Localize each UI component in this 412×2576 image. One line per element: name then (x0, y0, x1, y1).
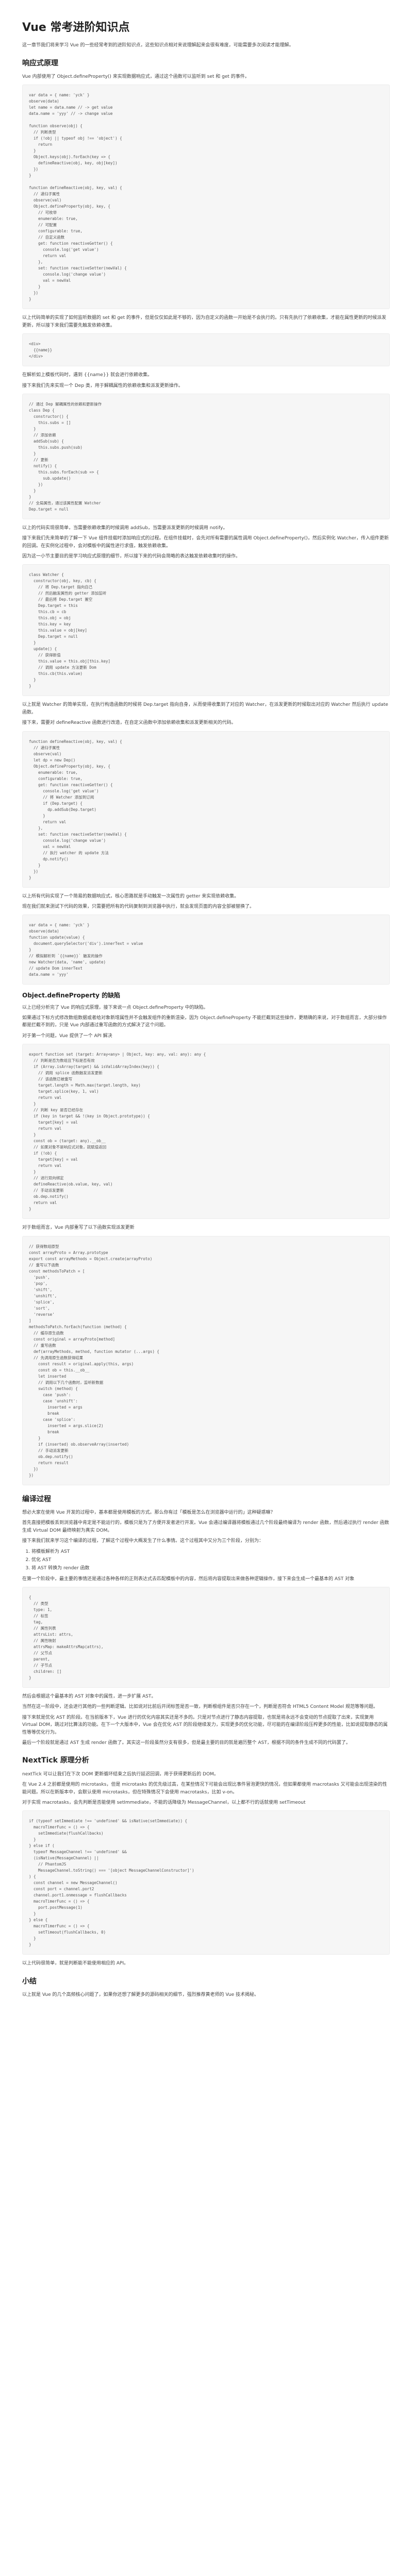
paragraph: 在 Vue 2.4 之前都是使用的 microtasks，但是 microtas… (22, 1782, 387, 1795)
section-heading-nexttick: NextTick 原理分析 (22, 1756, 89, 1765)
page-title: Vue 常考进阶知识点 (22, 21, 130, 34)
paragraph: 以上已经分析完了 Vue 的响应式原理，接下来说一点 Object.define… (22, 1005, 208, 1010)
code-block: if (typeof setImmediate !== 'undefined' … (22, 1810, 390, 1955)
code-block: // 通过 Dep 解耦属性的依赖和更新操作 class Dep { const… (22, 393, 390, 519)
code-block: function defineReactive(obj, key, val) {… (22, 731, 390, 888)
paragraph: 以上就是 Vue 的几个高频核心问题了，如果你还想了解更多的源码相关的细节，强烈… (22, 1992, 259, 1998)
paragraph: nextTick 可以让我们在下次 DOM 更新循环结束之后执行延迟回调，用于获… (22, 1771, 219, 1777)
list-item: 优化 AST (31, 1556, 390, 1564)
paragraph: 以上所有代码实现了一个简易的数据响应式，核心思路就是手动触发一次属性的 gett… (22, 893, 239, 899)
paragraph: 现在我们就来测试下代码的效果，只需要把所有的代码复制到浏览器中执行，就会发现页面… (22, 904, 255, 910)
code-block: <div> {{name}} </div> (22, 333, 390, 367)
section-heading-summary: 小结 (22, 1977, 37, 1986)
intro-paragraph: 这一章节我们将来学习 Vue 的一些经常考到的进阶知识点，这些知识点相对来说理解… (22, 43, 294, 48)
paragraph: 以上代码很简单，就是判断能不能使用相应的 API。 (22, 1961, 129, 1967)
paragraph: 接下来我们先来实现一个 Dep 类，用于解耦属性的依赖收集和派发更新操作。 (22, 383, 183, 388)
section-heading-reactive: 响应式原理 (22, 59, 58, 67)
paragraph: 以上的代码实现很简单，当需要依赖收集的时候调用 addSub，当需要派发更新的时… (22, 525, 228, 531)
paragraph: 然后会根据这个最基本的 AST 对象中的属性，进一步扩展 AST。 (22, 1694, 156, 1700)
paragraph: 因为这一小节主要目的是学习响应式原理的细节，所以接下来的代码会简略的表达触发依赖… (22, 554, 241, 560)
compile-steps-list: 将模板解析为 AST 优化 AST 将 AST 转换为 render 函数 (31, 1548, 390, 1572)
paragraph: 接下来就是优化 AST 的阶段。在当前版本下，Vue 进行的优化内容其实还是不多… (22, 1715, 388, 1735)
paragraph: 接下来，需要对 defineReactive 函数进行改造，在自定义函数中添加依… (22, 720, 236, 726)
paragraph: 当然在这一阶段中，还会进行其他的一些判断逻辑。比如说对比前后开闭标签是否一致，判… (22, 1704, 378, 1710)
paragraph: 想必大家在使用 Vue 开发的过程中，基本都是使用模板的方式。那么你有过「模板是… (22, 1510, 275, 1515)
paragraph: 如果通过下标方式修改数组数据或者给对象新增属性并不会触发组件的重新渲染，因为 O… (22, 1015, 387, 1028)
section-heading-compile: 编译过程 (22, 1495, 51, 1503)
paragraph: 首先直接把模板丢到浏览器中肯定是不能运行的，模板只是为了方便开发者进行开发。Vu… (22, 1520, 389, 1533)
paragraph: Vue 内部使用了 Object.defineProperty() 来实现数据响… (22, 74, 250, 79)
paragraph: 在第一个阶段中，最主要的事情还是通过各种各样的正则表达式去匹配模板中的内容，然后… (22, 1576, 355, 1582)
paragraph: 在解析如上模板代码时，遇到 {{name}} 就会进行依赖收集。 (22, 372, 153, 378)
paragraph: 对于第一个问题，Vue 提供了一个 API 解决 (22, 1033, 112, 1039)
code-block: // 获得数组原型 const arrayProto = Array.proto… (22, 1235, 390, 1485)
paragraph: 对于实现 macrotasks，会先判断是否能使用 setImmediate，不… (22, 1800, 306, 1805)
paragraph: 最后一个阶段就是通过 AST 生成 render 函数了。其实这一阶段虽然分支有… (22, 1740, 351, 1746)
code-block: export function set (target: Array<any> … (22, 1044, 390, 1219)
article: Vue 常考进阶知识点 这一章节我们将来学习 Vue 的一些经常考到的进阶知识点… (0, 0, 412, 2023)
paragraph: 对于数组而言，Vue 内部重写了以下函数实现派发更新 (22, 1225, 135, 1231)
list-item: 将模板解析为 AST (31, 1548, 390, 1555)
code-block: class Watcher { constructor(obj, key, cb… (22, 564, 390, 697)
list-item: 将 AST 转换为 render 函数 (31, 1565, 390, 1572)
section-heading-defineproperty: Object.defineProperty 的缺陷 (22, 992, 121, 999)
code-block: var data = { name: 'yck' } observe(data)… (22, 914, 390, 985)
paragraph: 接下来我们就来学习这个编译的过程，了解这个过程中大概发生了什么事情。这个过程其中… (22, 1538, 264, 1544)
paragraph: 以上代码简单的实现了如何监听数据的 set 和 get 的事件，但是仅仅如此是不… (22, 315, 386, 328)
paragraph: 接下来我们先来简单的了解一下 Vue 组件挂载时添加响应式的过程。在组件挂载时，… (22, 536, 389, 549)
paragraph: 以上就是 Watcher 的简单实现，在执行构造函数的时候将 Dep.targe… (22, 702, 388, 715)
code-block: { // 类型 type: 1, // 标签 tag, // 属性列表 attr… (22, 1587, 390, 1688)
code-block: var data = { name: 'yck' } observe(data)… (22, 84, 390, 310)
